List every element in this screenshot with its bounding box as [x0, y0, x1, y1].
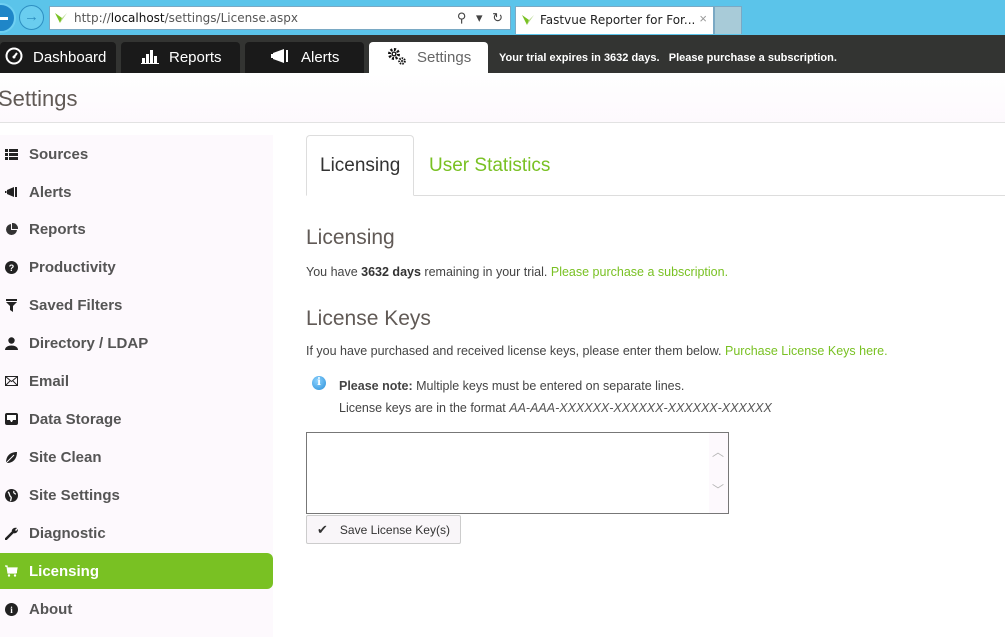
svg-text:?: ?: [8, 263, 14, 273]
page-title: Settings: [0, 86, 78, 111]
license-keys-heading: License Keys: [306, 307, 431, 330]
inbox-icon: [4, 413, 18, 425]
shopping-cart-icon: [4, 565, 18, 577]
close-tab-icon[interactable]: ×: [699, 11, 707, 26]
license-keys-intro: If you have purchased and received licen…: [306, 344, 888, 358]
sidebar-item-productivity[interactable]: ? Productivity: [0, 249, 273, 285]
sidebar-item-alerts[interactable]: Alerts: [0, 174, 273, 210]
sidebar-item-reports[interactable]: Reports: [0, 211, 273, 247]
format-text: License keys are in the format AA-AAA-XX…: [339, 401, 772, 415]
filter-icon: [4, 298, 18, 312]
megaphone-icon: [271, 48, 291, 67]
scroll-up-icon[interactable]: ︿: [712, 443, 724, 460]
nav-tab-reports[interactable]: Reports: [121, 42, 240, 73]
tab-title: Fastvue Reporter for For...: [540, 13, 696, 27]
leaf-icon: [4, 451, 18, 464]
app-navbar: Dashboard Reports Alerts Settings Your t…: [0, 35, 1005, 73]
purchase-license-keys-link[interactable]: Purchase License Keys here.: [725, 344, 888, 358]
sidebar-item-licensing[interactable]: Licensing: [0, 553, 273, 589]
sidebar-item-directory-ldap[interactable]: Directory / LDAP: [0, 325, 273, 361]
note-text: Please note: Multiple keys must be enter…: [339, 379, 685, 393]
url-text[interactable]: http://localhost/settings/License.aspx: [74, 11, 298, 25]
tab-user-statistics[interactable]: User Statistics: [416, 135, 563, 196]
back-button[interactable]: [0, 3, 16, 33]
envelope-icon: [4, 376, 18, 386]
cogs-icon: [387, 47, 407, 69]
sidebar-item-data-storage[interactable]: Data Storage: [0, 401, 273, 437]
content-tabs: Licensing User Statistics: [306, 135, 1005, 196]
address-bar[interactable]: http://localhost/settings/License.aspx ⚲…: [49, 6, 511, 30]
sidebar-item-site-clean[interactable]: Site Clean: [0, 439, 273, 475]
checkmark-icon: ✔: [317, 521, 328, 537]
search-refresh-icons[interactable]: ⚲ ▾ ↻: [457, 10, 506, 26]
nav-tab-settings[interactable]: Settings: [369, 42, 488, 73]
trial-status-text: You have 3632 days remaining in your tri…: [306, 265, 729, 279]
textarea-scrollbar[interactable]: ︿ ﹀: [709, 433, 728, 513]
days-remaining: 3632 days: [361, 265, 421, 279]
forward-button[interactable]: →: [19, 5, 44, 30]
list-icon: [4, 148, 18, 160]
tab-licensing[interactable]: Licensing: [306, 135, 414, 196]
trial-notice: Your trial expires in 3632 days. Please …: [499, 52, 837, 64]
key-format: AA-AAA-XXXXXX-XXXXXX-XXXXXX-XXXXXX: [509, 401, 772, 415]
bar-chart-icon: [141, 48, 159, 68]
sidebar-item-saved-filters[interactable]: Saved Filters: [0, 287, 273, 323]
site-favicon-icon: [54, 11, 68, 29]
sidebar-item-site-settings[interactable]: Site Settings: [0, 477, 273, 513]
settings-sidebar: Sources Alerts Reports ? Productivity Sa…: [0, 135, 273, 637]
licensing-heading: Licensing: [306, 226, 395, 249]
dashboard-gauge-icon: [5, 47, 23, 69]
pie-chart-icon: [4, 222, 18, 236]
wrench-icon: [4, 527, 18, 540]
page-header: Settings: [0, 73, 1005, 123]
nav-tab-alerts[interactable]: Alerts: [245, 42, 364, 73]
megaphone-icon: [4, 187, 18, 197]
new-tab-button[interactable]: [714, 6, 742, 34]
license-keys-textarea[interactable]: [306, 432, 729, 514]
browser-toolbar: → http://localhost/settings/License.aspx…: [0, 0, 1005, 35]
info-circle-icon: i: [4, 602, 18, 616]
scroll-down-icon[interactable]: ﹀: [712, 481, 724, 498]
forward-arrow-icon: →: [24, 8, 39, 25]
nav-tab-dashboard[interactable]: Dashboard: [0, 42, 116, 73]
sidebar-item-diagnostic[interactable]: Diagnostic: [0, 515, 273, 551]
browser-tab[interactable]: Fastvue Reporter for For... ×: [515, 6, 714, 34]
sidebar-item-about[interactable]: i About: [0, 591, 273, 627]
tab-favicon-icon: [521, 13, 535, 31]
sidebar-item-email[interactable]: Email: [0, 363, 273, 399]
sidebar-item-sources[interactable]: Sources: [0, 136, 273, 172]
globe-icon: [4, 488, 18, 502]
purchase-subscription-link[interactable]: Please purchase a subscription: [551, 265, 725, 279]
user-icon: [4, 336, 18, 350]
question-circle-icon: ?: [4, 260, 18, 274]
info-icon: i: [312, 376, 326, 390]
save-license-keys-button[interactable]: ✔ Save License Key(s): [306, 515, 461, 544]
